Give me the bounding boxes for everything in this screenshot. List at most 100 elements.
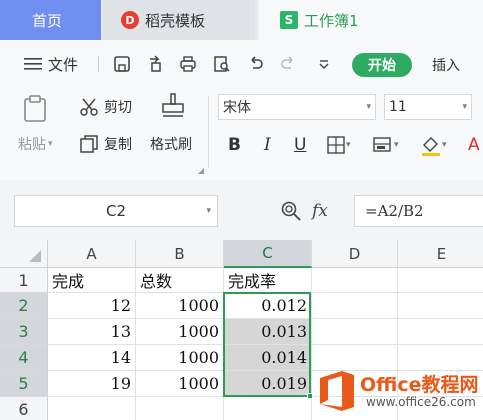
output-button[interactable] [144,52,168,76]
copy-button[interactable]: 复制 [78,133,132,155]
row-header-1[interactable]: 1 [0,268,48,293]
font-name-select[interactable]: 宋体 ▾ [218,94,376,120]
save-button[interactable] [110,52,134,76]
tab-store-label: 稻壳模板 [145,11,206,30]
cell-d2[interactable] [312,293,398,319]
print-preview-button[interactable] [210,52,234,76]
cell-value: 14 [110,348,131,367]
borders-button[interactable]: ▾ [326,133,351,157]
cell-e3[interactable] [398,319,483,345]
name-box[interactable]: C2 ▾ [14,195,218,227]
cell-b3[interactable]: 1000 [136,319,224,345]
tab-home[interactable]: 首页 [0,0,101,40]
chevron-down-icon: ▾ [394,140,399,150]
select-all-corner[interactable] [0,240,48,268]
row-header-2[interactable]: 2 [0,293,48,319]
cell-value: 完成率 [228,272,277,291]
cell-value: 0.012 [261,296,307,315]
cell-c2[interactable]: 0.012 [224,293,312,319]
paste-button[interactable] [20,94,50,124]
bold-button[interactable]: B [228,133,241,157]
row-header-label: 4 [18,348,29,367]
start-tab-button[interactable]: 开始 [352,53,412,77]
tab-bar: 首页 D 稻壳模板 S 工作簿1 [0,0,483,40]
tab-workbook[interactable]: S 工作簿1 [258,0,483,40]
chevron-down-icon: ▾ [206,206,211,216]
cell-c1[interactable]: 完成率 [224,268,312,293]
cell-value: 1000 [178,348,219,367]
print-button[interactable] [176,52,200,76]
cell-value: 0.013 [261,322,307,341]
format-painter-label: 格式刷 [150,137,192,153]
cell-a5[interactable]: 19 [48,371,136,397]
font-size-value: 11 [389,99,407,115]
fill-handle[interactable] [307,393,313,399]
chevron-down-icon: ▾ [346,140,351,150]
formula-tools: fx [280,197,350,225]
column-header-b[interactable]: B [136,240,224,268]
cell-e2[interactable] [398,293,483,319]
cell-a4[interactable]: 14 [48,345,136,371]
cell-style-button[interactable]: ▾ [372,133,399,157]
column-header-a[interactable]: A [48,240,136,268]
borders-icon [327,136,345,154]
paintbrush-icon [162,93,184,117]
column-header-d[interactable]: D [312,240,398,268]
fill-color-button[interactable]: ▾ [420,133,447,157]
column-header-label: C [262,244,273,262]
cell-b1[interactable]: 总数 [136,268,224,293]
menu-row: 文件 开始 插入 [0,40,483,88]
cell-a6[interactable] [48,397,136,420]
formula-value: =A2/B2 [365,202,424,220]
italic-button[interactable]: I [264,133,271,157]
cell-c6[interactable] [224,397,312,420]
row-header-6[interactable]: 6 [0,397,48,420]
cell-b5[interactable]: 1000 [136,371,224,397]
column-header-c[interactable]: C [224,240,312,268]
chevron-down-icon: ▾ [442,140,447,150]
font-color-button[interactable]: A [468,133,480,157]
cell-a1[interactable]: 完成 [48,268,136,293]
format-painter-label-wrap[interactable]: 格式刷 [150,134,192,154]
column-header-e[interactable]: E [398,240,483,268]
tab-docer-templates[interactable]: D 稻壳模板 [103,0,255,40]
row-header-5[interactable]: 5 [0,371,48,397]
insert-tab-button[interactable]: 插入 [432,53,460,77]
scissors-icon [80,98,98,116]
undo-button[interactable] [244,52,268,76]
row-header-3[interactable]: 3 [0,319,48,345]
cell-value: 0.014 [261,348,307,367]
cell-d1[interactable] [312,268,398,293]
cell-c4[interactable]: 0.014 [224,345,312,371]
redo-button[interactable] [276,52,300,76]
cell-value: 完成 [52,272,85,291]
select-all-triangle-icon [29,250,41,262]
insert-tab-label: 插入 [432,58,460,74]
formula-input[interactable]: =A2/B2 [354,195,483,227]
bold-label: B [228,135,241,155]
cell-c3[interactable]: 0.013 [224,319,312,345]
insert-function-button[interactable]: fx [312,201,328,221]
cell-a3[interactable]: 13 [48,319,136,345]
underline-button[interactable]: U [294,133,306,157]
format-painter-button[interactable] [160,92,186,120]
paste-label: 粘贴 [18,137,46,153]
name-box-value: C2 [105,202,127,220]
zoom-search-icon[interactable] [280,200,302,222]
font-size-select[interactable]: 11 ▾ [384,94,472,120]
cell-d3[interactable] [312,319,398,345]
dialog-launcher-icon[interactable]: ◢ [198,166,204,175]
row-header-4[interactable]: 4 [0,345,48,371]
cell-value: 13 [110,322,131,341]
cell-b6[interactable] [136,397,224,420]
chevron-down-icon: ▾ [48,139,53,149]
cell-e1[interactable] [398,268,483,293]
cell-b2[interactable]: 1000 [136,293,224,319]
paste-dropdown[interactable]: 粘贴 ▾ [18,134,53,154]
cell-b4[interactable]: 1000 [136,345,224,371]
customize-toolbar-button[interactable] [312,52,336,76]
cell-a2[interactable]: 12 [48,293,136,319]
cut-button[interactable]: 剪切 [78,96,132,118]
file-menu-button[interactable]: 文件 [24,52,78,76]
cell-c5[interactable]: 0.019 [224,371,312,397]
